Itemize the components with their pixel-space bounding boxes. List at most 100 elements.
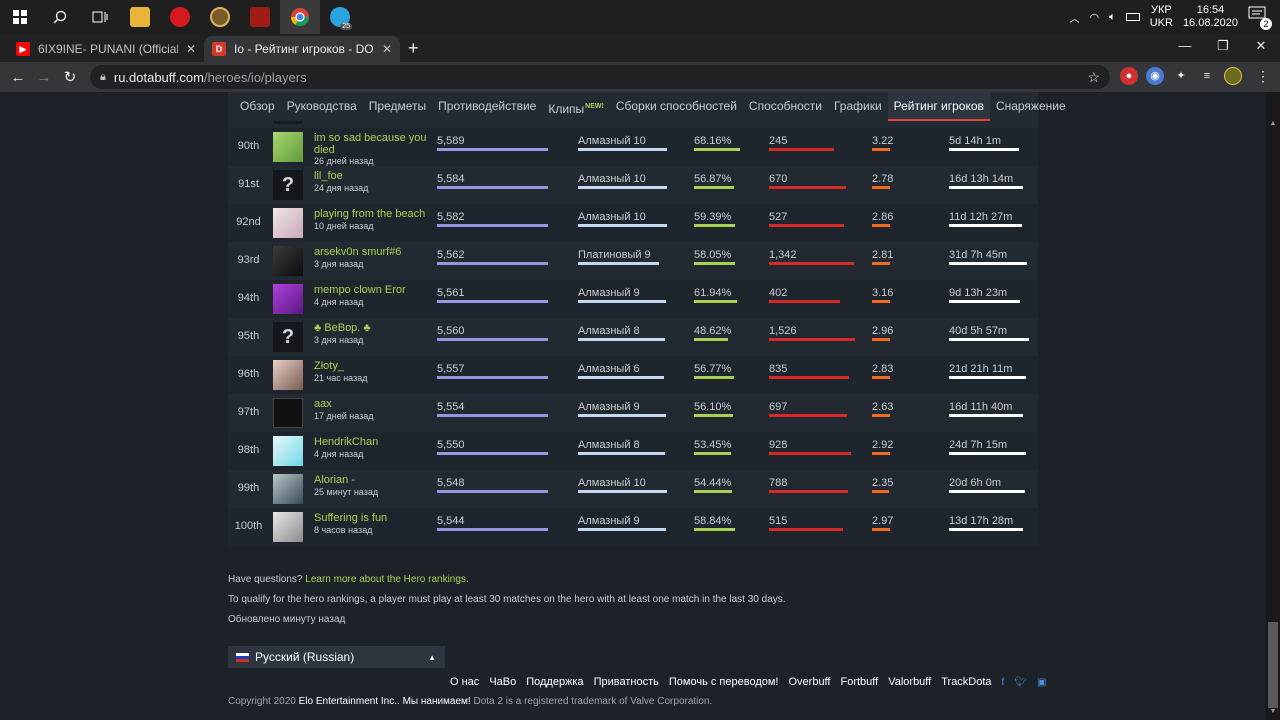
hero-nav-item[interactable]: Сборки способностей (610, 92, 743, 121)
avatar[interactable] (273, 246, 303, 276)
company-link[interactable]: Elo Entertainment Inc. (299, 696, 397, 707)
medal-bar (578, 490, 667, 493)
playlist-icon[interactable]: ≡ (1198, 67, 1216, 85)
avatar[interactable] (273, 132, 303, 162)
forward-icon[interactable]: → (31, 69, 57, 86)
dota2-icon[interactable] (240, 0, 280, 34)
twitter-icon[interactable]: 🐦︎ (1014, 677, 1027, 688)
matches-value: 670 (769, 173, 788, 185)
avatar[interactable] (273, 208, 303, 238)
wifi-icon[interactable]: ◠ (1089, 11, 1099, 24)
winrate-bar (694, 414, 733, 417)
window-controls: — ❐ ✕ (1166, 34, 1280, 58)
player-name-link[interactable]: aax (314, 398, 434, 410)
hero-nav-item[interactable]: Обзор (234, 92, 281, 121)
scroll-thumb[interactable] (1268, 622, 1278, 708)
hero-rankings-link[interactable]: Learn more about the Hero rankings. (305, 574, 468, 585)
discord-icon[interactable]: ▣ (1037, 677, 1046, 688)
windows-start-icon[interactable] (0, 0, 40, 34)
player-name-link[interactable]: ♣ BeBop. ♣ (314, 322, 434, 334)
browser-tab-active[interactable]: D Io - Рейтинг игроков - DOTABUFF ✕ (204, 36, 400, 62)
player-name-link[interactable]: lil_foe (314, 170, 434, 182)
telegram-icon[interactable]: 25 (320, 0, 360, 34)
back-icon[interactable]: ← (5, 69, 31, 86)
chevron-up-icon[interactable]: ︿ (1069, 10, 1079, 25)
adblock-extension-icon[interactable]: ● (1120, 67, 1138, 85)
footer-link[interactable]: Fortbuff (840, 676, 878, 688)
close-icon[interactable]: ✕ (382, 42, 392, 56)
file-explorer-icon[interactable] (120, 0, 160, 34)
footer-link[interactable]: Overbuff (788, 676, 830, 688)
minimize-icon[interactable]: — (1166, 34, 1204, 58)
avatar[interactable] (273, 512, 303, 542)
browser-tab[interactable]: ▶ 6IX9INE- PUNANI (Official Music Vid ✕ (8, 36, 204, 62)
close-window-icon[interactable]: ✕ (1242, 34, 1280, 58)
footer-link[interactable]: Поддержка (526, 676, 583, 688)
hero-nav-item[interactable]: Противодействие (432, 92, 542, 121)
avatar[interactable] (273, 284, 303, 314)
avatar[interactable] (273, 436, 303, 466)
player-name-link[interactable]: arsekv0n smurf#6 (314, 246, 434, 258)
hero-nav-item[interactable]: Способности (743, 92, 828, 121)
clock[interactable]: 16:54 16.08.2020 (1183, 4, 1238, 30)
lock-icon[interactable]: 🔒︎ (100, 71, 106, 84)
player-name-link[interactable]: Złoty_ (314, 360, 434, 372)
avatar[interactable] (273, 360, 303, 390)
footer-link[interactable]: Помочь с переводом! (669, 676, 779, 688)
profile-avatar[interactable] (1224, 67, 1242, 85)
footer-link[interactable]: О нас (450, 676, 479, 688)
player-name-link[interactable]: mempo clown Eror (314, 284, 434, 296)
input-language[interactable]: УКР UKR (1150, 4, 1173, 30)
facebook-icon[interactable]: f (1002, 677, 1005, 688)
close-icon[interactable]: ✕ (186, 42, 196, 56)
search-icon[interactable] (40, 0, 80, 34)
avatar[interactable] (273, 474, 303, 504)
avatar[interactable]: ? (273, 170, 303, 200)
volume-icon[interactable]: 🔈︎ (1109, 11, 1116, 24)
medal-bar (578, 414, 666, 417)
scroll-down-arrow-icon[interactable]: ▼ (1268, 708, 1278, 718)
player-name-link[interactable]: Alorian - (314, 474, 434, 486)
notification-center-icon[interactable]: 2 (1248, 6, 1272, 30)
url-field[interactable]: 🔒︎ ru.dotabuff.com/heroes/io/players ☆ (90, 65, 1110, 89)
footer-link[interactable]: ЧаВо (489, 676, 516, 688)
hero-nav-item[interactable]: Графики (828, 92, 888, 121)
hero-nav-item[interactable]: Руководства (281, 92, 363, 121)
avatar[interactable] (273, 398, 303, 428)
avatar[interactable]: ? (273, 322, 303, 352)
new-tab-button[interactable]: + (408, 36, 419, 62)
playtime-bar (949, 376, 1026, 379)
hero-nav-item[interactable]: КлипыNEW! (542, 92, 610, 121)
language-selector[interactable]: Русский (Russian) ▲ (228, 646, 445, 668)
hero-nav-item[interactable]: Снаряжение (990, 92, 1072, 121)
warcraft-icon[interactable] (200, 0, 240, 34)
player-name-link[interactable]: HendrikChan (314, 436, 434, 448)
vpn-extension-icon[interactable]: ◉ (1146, 67, 1164, 85)
maximize-icon[interactable]: ❐ (1204, 34, 1242, 58)
player-name-link[interactable]: playing from the beach (314, 208, 434, 220)
page-scrollbar[interactable]: ▲ ▼ (1266, 92, 1280, 720)
playtime-bar (949, 490, 1025, 493)
opera-icon[interactable] (160, 0, 200, 34)
table-row: 95th? ♣ BeBop. ♣ 3 дня назад 5,560 Алмазный … (228, 318, 1038, 356)
hero-nav-item[interactable]: Рейтинг игроков (887, 92, 990, 121)
kda-bar (872, 528, 890, 531)
hiring-link[interactable]: Мы нанимаем! (403, 696, 471, 707)
footer-link[interactable]: Valorbuff (888, 676, 931, 688)
scroll-up-arrow-icon[interactable]: ▲ (1268, 120, 1278, 130)
menu-icon[interactable]: ⋮ (1256, 68, 1270, 85)
battery-icon[interactable] (1125, 13, 1140, 21)
footer-link[interactable]: TrackDota (941, 676, 991, 688)
bookmark-star-icon[interactable]: ☆ (1087, 69, 1100, 86)
extensions-puzzle-icon[interactable]: ✦ (1172, 67, 1190, 85)
medal-bar (578, 300, 666, 303)
player-name-link[interactable]: im so sad because you died (314, 132, 434, 156)
footer-link[interactable]: Приватность (594, 676, 659, 688)
task-view-icon[interactable] (80, 0, 120, 34)
player-name-link[interactable]: Suffering is fun (314, 512, 434, 524)
reload-icon[interactable]: ↻ (57, 68, 83, 86)
chrome-icon[interactable] (280, 0, 320, 34)
hero-nav-item[interactable]: Предметы (363, 92, 432, 121)
kda-value: 2.97 (872, 515, 894, 527)
rankings-question: Have questions? Learn more about the Her… (228, 574, 469, 585)
